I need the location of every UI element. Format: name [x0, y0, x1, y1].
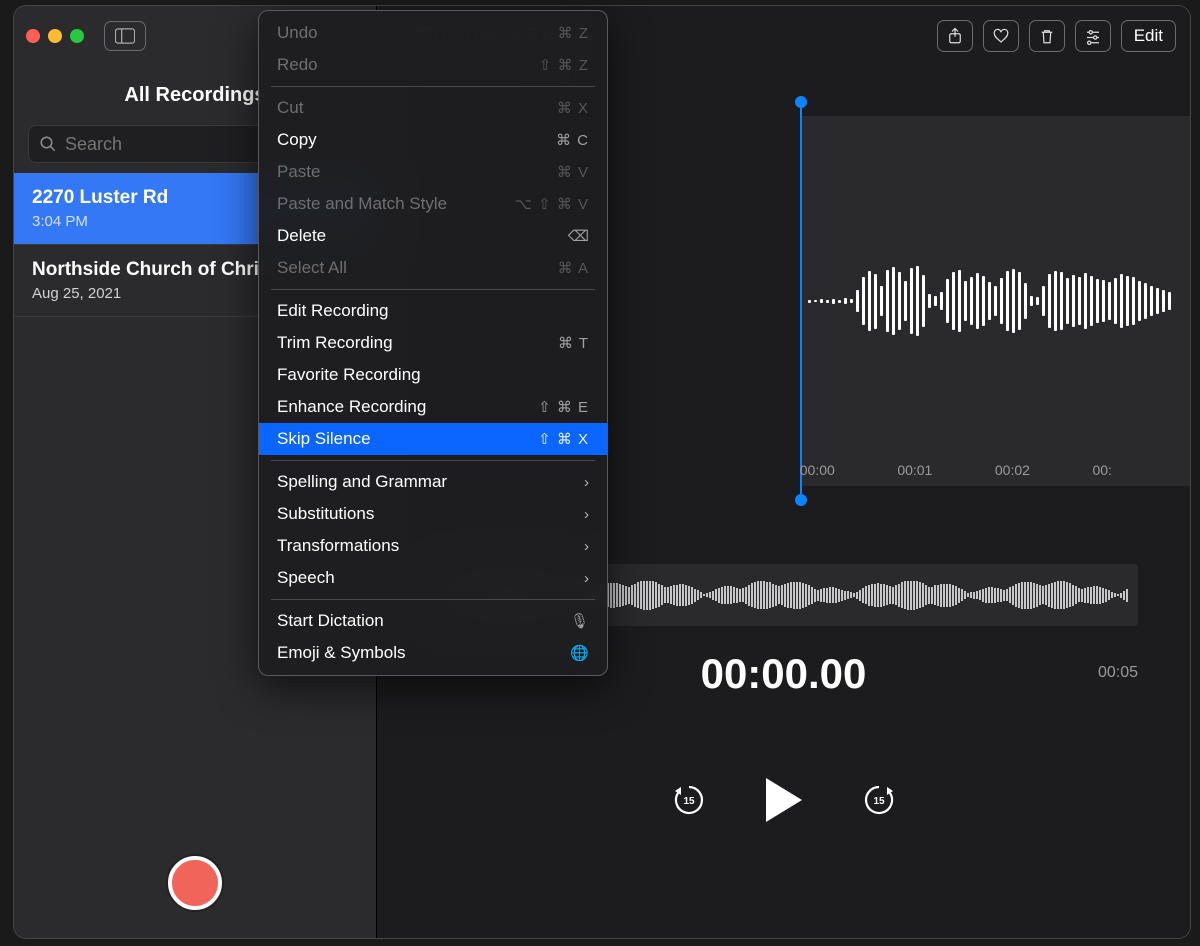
chevron-right-icon: ›: [584, 538, 589, 555]
ruler-tick: 00:01: [897, 462, 995, 478]
menu-item-favorite-recording[interactable]: Favorite Recording: [259, 359, 607, 391]
menu-item-substitutions[interactable]: Substitutions ›: [259, 498, 607, 530]
menu-separator: [271, 86, 595, 87]
share-button[interactable]: [937, 20, 973, 52]
menu-item-label: Enhance Recording: [277, 397, 426, 417]
delete-button[interactable]: [1029, 20, 1065, 52]
menu-shortcut: ⌘ Z: [558, 24, 589, 42]
menu-item-trim-recording[interactable]: Trim Recording ⌘ T: [259, 327, 607, 359]
context-menu[interactable]: Undo⌘ ZRedo⇧ ⌘ ZCut⌘ XCopy⌘ CPaste⌘ VPas…: [258, 10, 608, 676]
waveform: [804, 256, 1190, 346]
play-button[interactable]: [766, 778, 802, 822]
delete-key-icon: ⌫: [568, 227, 589, 245]
sliders-icon: [1084, 27, 1102, 45]
edit-button[interactable]: Edit: [1121, 20, 1176, 52]
menu-separator: [271, 460, 595, 461]
menu-item-label: Undo: [277, 23, 318, 43]
svg-text:15: 15: [683, 796, 695, 807]
menu-item-transformations[interactable]: Transformations ›: [259, 530, 607, 562]
ruler-tick: 00:02: [995, 462, 1093, 478]
menu-separator: [271, 599, 595, 600]
maximize-window-button[interactable]: [70, 29, 84, 43]
menu-item-label: Speech: [277, 568, 335, 588]
search-icon: [39, 135, 57, 153]
menu-item-emoji-symbols[interactable]: Emoji & Symbols 🌐: [259, 637, 607, 669]
favorite-button[interactable]: [983, 20, 1019, 52]
trash-icon: [1038, 27, 1056, 45]
transport-controls: 15 15: [377, 778, 1190, 822]
menu-item-edit-recording[interactable]: Edit Recording: [259, 295, 607, 327]
microphone-icon: 🎙: [570, 612, 589, 630]
menu-item-label: Select All: [277, 258, 347, 278]
menu-item-label: Start Dictation: [277, 611, 384, 631]
chevron-right-icon: ›: [584, 570, 589, 587]
menu-item-copy[interactable]: Copy ⌘ C: [259, 124, 607, 156]
ruler-tick: 00:00: [800, 462, 898, 478]
menu-item-label: Edit Recording: [277, 301, 389, 321]
menu-item-label: Emoji & Symbols: [277, 643, 405, 663]
menu-shortcut: ⇧ ⌘ E: [538, 398, 589, 416]
menu-item-label: Delete: [277, 226, 326, 246]
share-icon: [946, 27, 964, 45]
menu-shortcut: ⇧ ⌘ Z: [539, 56, 589, 74]
menu-item-label: Trim Recording: [277, 333, 393, 353]
menu-item-undo: Undo ⌘ Z: [259, 17, 607, 49]
menu-item-delete[interactable]: Delete ⌫: [259, 220, 607, 252]
menu-item-enhance-recording[interactable]: Enhance Recording ⇧ ⌘ E: [259, 391, 607, 423]
menu-item-spelling-and-grammar[interactable]: Spelling and Grammar ›: [259, 466, 607, 498]
menu-item-label: Redo: [277, 55, 318, 75]
menu-shortcut: ⇧ ⌘ X: [538, 430, 589, 448]
menu-shortcut: ⌘ T: [558, 334, 589, 352]
forward-15-button[interactable]: 15: [862, 783, 896, 817]
menu-item-label: Spelling and Grammar: [277, 472, 447, 492]
menu-item-label: Favorite Recording: [277, 365, 421, 385]
record-button[interactable]: [168, 856, 222, 910]
menu-shortcut: ⌘ V: [557, 163, 589, 181]
menu-item-paste: Paste ⌘ V: [259, 156, 607, 188]
menu-item-skip-silence[interactable]: Skip Silence ⇧ ⌘ X: [259, 423, 607, 455]
record-button-area: [14, 828, 376, 938]
heart-icon: [992, 27, 1010, 45]
menu-separator: [271, 289, 595, 290]
menu-item-speech[interactable]: Speech ›: [259, 562, 607, 594]
menu-shortcut: ⌥ ⇧ ⌘ V: [515, 195, 589, 213]
forward-icon: 15: [862, 783, 896, 817]
close-window-button[interactable]: [26, 29, 40, 43]
window-controls: [26, 29, 84, 43]
minimize-window-button[interactable]: [48, 29, 62, 43]
menu-shortcut: ⌘ C: [556, 131, 589, 149]
menu-item-label: Transformations: [277, 536, 399, 556]
rewind-15-button[interactable]: 15: [672, 783, 706, 817]
menu-item-label: Paste and Match Style: [277, 194, 447, 214]
duration-label: 00:05: [1098, 664, 1138, 682]
rewind-icon: 15: [672, 783, 706, 817]
sidebar-icon: [115, 28, 135, 44]
chevron-right-icon: ›: [584, 474, 589, 491]
menu-item-redo: Redo ⇧ ⌘ Z: [259, 49, 607, 81]
menu-item-label: Substitutions: [277, 504, 374, 524]
menu-item-label: Skip Silence: [277, 429, 371, 449]
menu-item-label: Cut: [277, 98, 303, 118]
menu-item-start-dictation[interactable]: Start Dictation 🎙: [259, 605, 607, 637]
ruler-tick: 00:: [1092, 462, 1190, 478]
sidebar-toggle-button[interactable]: [104, 21, 146, 51]
menu-item-label: Copy: [277, 130, 317, 150]
menu-shortcut: ⌘ X: [557, 99, 589, 117]
menu-item-label: Paste: [277, 162, 320, 182]
svg-text:15: 15: [873, 796, 885, 807]
menu-shortcut: ⌘ A: [558, 259, 589, 277]
menu-item-paste-and-match-style: Paste and Match Style ⌥ ⇧ ⌘ V: [259, 188, 607, 220]
playhead[interactable]: [800, 102, 802, 500]
globe-icon: 🌐: [570, 644, 589, 662]
options-button[interactable]: [1075, 20, 1111, 52]
menu-item-select-all: Select All ⌘ A: [259, 252, 607, 284]
menu-item-cut: Cut ⌘ X: [259, 92, 607, 124]
chevron-right-icon: ›: [584, 506, 589, 523]
